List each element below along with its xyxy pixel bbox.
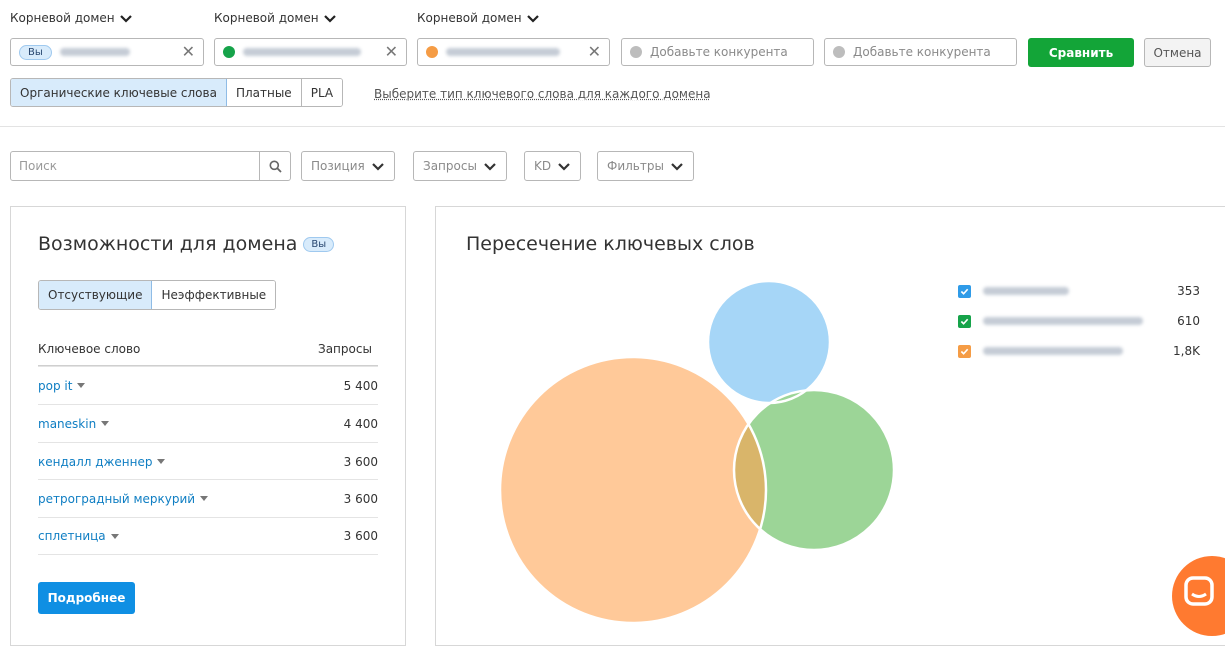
domain-type-selector-you[interactable]: Корневой домен (10, 11, 133, 25)
checkbox-checked-icon[interactable] (958, 344, 971, 358)
chevron-down-icon (119, 15, 132, 23)
add-competitor-input-2[interactable]: Добавьте конкурента (824, 38, 1017, 66)
column-header-keyword: Ключевое слово (38, 342, 141, 356)
caret-down-icon[interactable] (77, 383, 86, 388)
tab-organic-keywords[interactable]: Органические ключевые слова (11, 79, 227, 106)
opportunities-tabs: Отсуствующие Неэффективные (38, 280, 277, 310)
opportunities-title: Возможности для домена Вы (38, 233, 335, 255)
blurred-domain (59, 48, 130, 56)
blurred-domain (983, 317, 1143, 325)
chat-icon (1184, 576, 1214, 606)
checkbox-checked-icon[interactable] (958, 314, 971, 328)
divider (0, 126, 1225, 127)
caret-down-icon[interactable] (200, 496, 209, 501)
legend-item-you[interactable]: 353 (958, 282, 1200, 300)
keyword-type-switch: Органические ключевые слова Платные PLA (10, 78, 344, 107)
blurred-domain (243, 48, 361, 56)
table-row: сплетница 3 600 (38, 517, 378, 555)
search-icon (269, 160, 282, 173)
keyword-link[interactable]: ретроградный меркурий (38, 492, 209, 506)
blurred-domain (446, 48, 560, 56)
table-row: ретроградный меркурий 3 600 (38, 479, 378, 517)
filter-advanced-dropdown[interactable]: Фильтры (597, 151, 694, 181)
domain-input-you[interactable]: Вы ✕ (10, 38, 204, 66)
you-badge: Вы (19, 44, 52, 60)
tab-pla[interactable]: PLA (301, 79, 343, 106)
more-details-button[interactable]: Подробнее (38, 582, 135, 614)
tab-missing[interactable]: Отсуствующие (39, 281, 153, 309)
keyword-link[interactable]: кендалл дженнер (38, 455, 166, 469)
close-icon[interactable]: ✕ (588, 44, 601, 60)
domain-type-selector-2[interactable]: Корневой домен (214, 11, 337, 25)
caret-down-icon[interactable] (110, 533, 119, 539)
domain-color-dot (223, 46, 235, 58)
legend-item-orange[interactable]: 1,8K (958, 342, 1200, 360)
search-input[interactable] (11, 152, 259, 180)
add-competitor-input-1[interactable]: Добавьте конкурента (621, 38, 814, 66)
per-domain-keyword-type-link[interactable]: Выберите тип ключевого слова для каждого… (374, 87, 711, 101)
keyword-link[interactable]: maneskin (38, 417, 110, 431)
domain-color-dot (833, 46, 845, 58)
close-icon[interactable]: ✕ (182, 44, 195, 60)
chevron-down-icon (323, 15, 336, 23)
you-badge: Вы (303, 237, 335, 252)
domain-color-dot (630, 46, 642, 58)
search-button[interactable] (259, 152, 290, 180)
domain-type-selector-3[interactable]: Корневой домен (417, 11, 540, 25)
search-box (10, 151, 291, 181)
blurred-domain (983, 287, 1069, 295)
keyword-link[interactable]: сплетница (38, 529, 119, 543)
chevron-down-icon (558, 163, 570, 171)
chevron-down-icon (671, 163, 683, 171)
blurred-domain (983, 347, 1123, 355)
chevron-down-icon (484, 163, 496, 171)
venn-diagram (498, 280, 896, 625)
tab-paid[interactable]: Платные (226, 79, 302, 106)
domain-input-2[interactable]: ✕ (214, 38, 407, 66)
caret-down-icon[interactable] (101, 421, 110, 426)
chevron-down-icon (526, 15, 539, 23)
tab-weak[interactable]: Неэффективные (152, 281, 276, 309)
table-row: maneskin 4 400 (38, 404, 378, 442)
checkbox-checked-icon[interactable] (958, 284, 971, 298)
cancel-button[interactable]: Отмена (1144, 38, 1211, 67)
table-row: кендалл дженнер 3 600 (38, 442, 378, 480)
keyword-link[interactable]: pop it (38, 379, 86, 393)
chevron-down-icon (371, 163, 384, 171)
table-row: pop it 5 400 (38, 366, 378, 404)
domain-color-dot (426, 46, 438, 58)
compare-button[interactable]: Сравнить (1028, 38, 1134, 67)
domain-input-3[interactable]: ✕ (417, 38, 610, 66)
filter-volume-dropdown[interactable]: Запросы (413, 151, 507, 181)
legend-item-green[interactable]: 610 (958, 312, 1200, 330)
filter-position-dropdown[interactable]: Позиция (301, 151, 395, 181)
close-icon[interactable]: ✕ (385, 44, 398, 60)
filter-kd-dropdown[interactable]: KD (524, 151, 582, 181)
caret-down-icon[interactable] (157, 459, 166, 464)
column-header-volume[interactable]: Запросы (318, 342, 372, 356)
venn-circle-domain-orange[interactable] (500, 357, 766, 623)
overlap-title: Пересечение ключевых слов (466, 233, 755, 255)
